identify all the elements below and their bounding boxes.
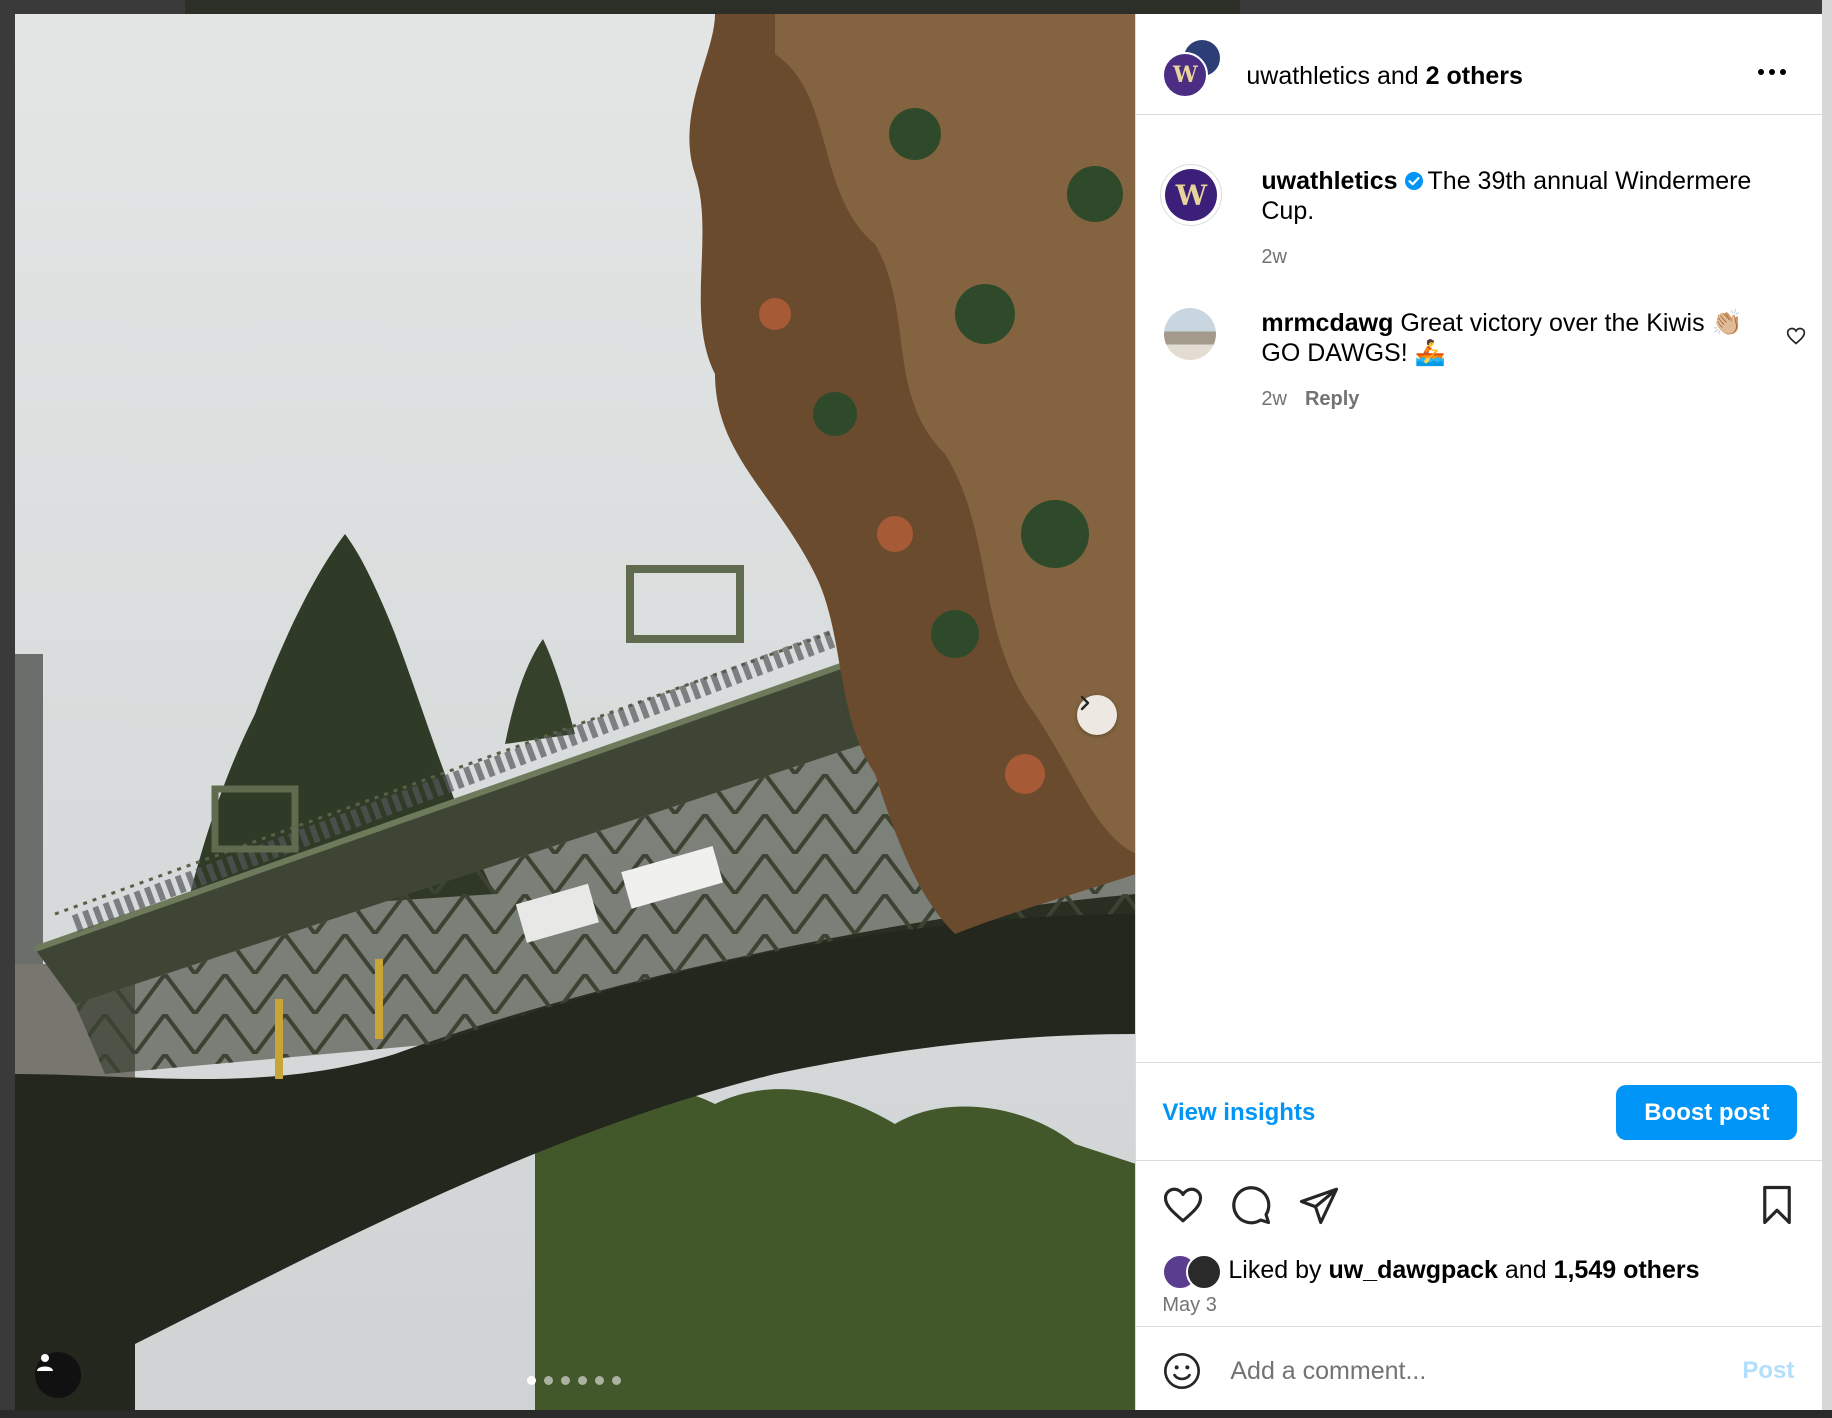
liker-avatar <box>1186 1254 1223 1290</box>
commenter-avatar[interactable] <box>1164 308 1217 360</box>
bookmark-icon[interactable] <box>1756 1184 1798 1226</box>
send-icon[interactable] <box>1298 1184 1340 1226</box>
collab-avatars[interactable]: W <box>1162 38 1223 98</box>
boost-post-button[interactable]: Boost post <box>1616 1085 1798 1140</box>
tagged-users-button[interactable] <box>35 1352 81 1398</box>
add-comment-bar: Post <box>1136 1326 1823 1411</box>
user-tag-icon <box>37 1354 53 1371</box>
likes-summary: Liked by uw_dawgpack and 1,549 others <box>1162 1252 1700 1290</box>
chevron-right-icon <box>1080 695 1090 711</box>
header-title: uwathletics and 2 others <box>1246 62 1523 91</box>
uwathletics-avatar: W <box>1162 52 1209 98</box>
background-page-edge <box>1822 0 1832 1418</box>
avatar-letter: W <box>1173 62 1198 88</box>
background-page-strip <box>185 0 1240 14</box>
view-insights-link[interactable]: View insights <box>1162 1099 1315 1127</box>
header-others-link[interactable]: 2 others <box>1426 62 1523 90</box>
post-comment-button[interactable]: Post <box>1742 1357 1794 1385</box>
heart-icon[interactable] <box>1786 326 1806 346</box>
post-date[interactable]: May 3 <box>1162 1294 1216 1317</box>
header-username[interactable]: uwathletics <box>1246 62 1370 90</box>
more-options-button[interactable] <box>1758 60 1798 84</box>
comment-time: 2w <box>1261 388 1287 410</box>
caption-time: 2w <box>1261 246 1287 268</box>
comment-input[interactable] <box>1228 1351 1703 1391</box>
background-page-bottom <box>0 1410 1832 1418</box>
post-modal: W uwathletics and 2 others W uwathletics… <box>15 14 1823 1411</box>
more-horizontal-icon <box>1758 69 1765 75</box>
reply-button[interactable]: Reply <box>1305 388 1359 410</box>
post-photo <box>15 14 1136 1410</box>
carousel-dot <box>527 1376 536 1385</box>
caption-avatar[interactable]: W <box>1160 164 1223 226</box>
likes-prefix: Liked by <box>1228 1255 1322 1284</box>
avatar-letter: W <box>1175 178 1208 212</box>
heart-icon[interactable] <box>1162 1184 1204 1226</box>
likes-count-link[interactable]: 1,549 others <box>1554 1256 1700 1285</box>
verified-badge-icon <box>1404 172 1423 190</box>
likes-joiner: and <box>1504 1255 1547 1284</box>
comment-username[interactable]: mrmcdawg <box>1261 309 1393 337</box>
post-header: W uwathletics and 2 others <box>1136 14 1823 115</box>
bridge-photo-illustration <box>15 14 1136 1410</box>
carousel-indicator <box>527 1376 621 1385</box>
carousel-dot <box>544 1376 553 1385</box>
liker-avatars <box>1162 1252 1223 1290</box>
owner-actions-bar: View insights Boost post <box>1136 1062 1823 1161</box>
carousel-dot <box>561 1376 570 1385</box>
lower-trees <box>535 1087 1136 1410</box>
carousel-dot <box>578 1376 587 1385</box>
post-actions <box>1136 1184 1822 1228</box>
carousel-dot <box>612 1376 621 1385</box>
post-details-panel: W uwathletics and 2 others W uwathletics… <box>1135 14 1823 1411</box>
emoji-icon[interactable] <box>1162 1351 1202 1391</box>
comment-icon[interactable] <box>1230 1184 1272 1226</box>
liker-username[interactable]: uw_dawgpack <box>1328 1256 1498 1285</box>
caption-username[interactable]: uwathletics <box>1261 167 1397 195</box>
header-joiner: and <box>1377 62 1419 90</box>
next-photo-button[interactable] <box>1077 695 1117 735</box>
carousel-dot <box>595 1376 604 1385</box>
